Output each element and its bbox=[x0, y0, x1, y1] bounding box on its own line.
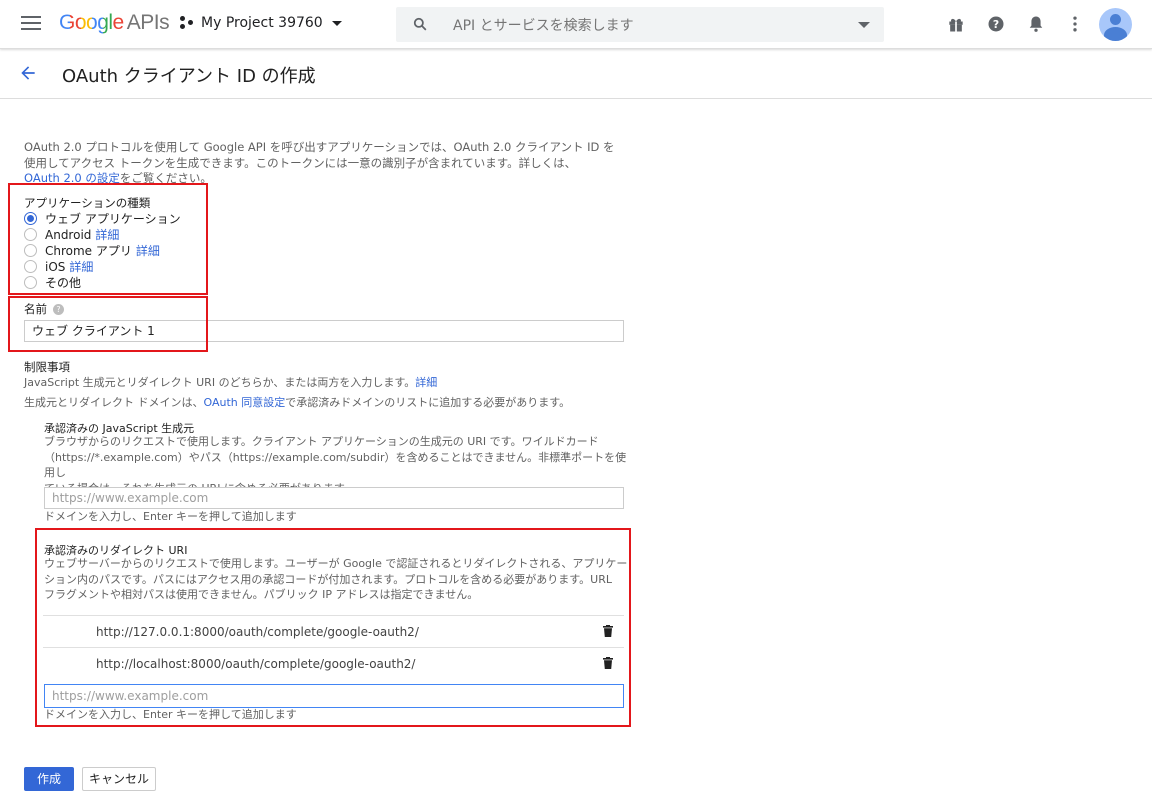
logo-apis: APIs bbox=[126, 11, 170, 34]
highlight-app-type bbox=[8, 183, 208, 295]
cancel-button[interactable]: キャンセル bbox=[82, 767, 156, 791]
logo-google: Google bbox=[59, 11, 124, 34]
js-origin-hint: ドメインを入力し、Enter キーを押して追加します bbox=[44, 510, 297, 523]
intro-text: OAuth 2.0 プロトコルを使用して Google API を呼び出すアプリ… bbox=[24, 140, 624, 187]
search-bar[interactable]: API とサービスを検索します bbox=[396, 7, 884, 42]
svg-text:?: ? bbox=[993, 18, 999, 31]
project-icon bbox=[180, 16, 194, 30]
chevron-down-icon bbox=[331, 20, 342, 26]
restrictions-desc-1-text: JavaScript 生成元とリダイレクト URI のどちらか、または両方を入力… bbox=[24, 376, 416, 389]
notifications-bell-icon[interactable] bbox=[1026, 14, 1046, 34]
back-arrow-icon[interactable] bbox=[18, 63, 38, 83]
restrictions-desc-2a: 生成元とリダイレクト ドメインは、 bbox=[24, 396, 204, 409]
restrictions-details-link[interactable]: 詳細 bbox=[415, 376, 437, 389]
search-icon bbox=[413, 17, 427, 31]
search-input[interactable]: API とサービスを検索します bbox=[453, 15, 634, 35]
page-title: OAuth クライアント ID の作成 bbox=[62, 66, 316, 87]
page-header: OAuth クライアント ID の作成 bbox=[0, 48, 1152, 99]
more-vert-icon[interactable] bbox=[1065, 14, 1085, 34]
google-apis-logo[interactable]: Google APIs bbox=[59, 11, 170, 35]
create-button[interactable]: 作成 bbox=[24, 767, 74, 791]
account-avatar[interactable] bbox=[1099, 8, 1132, 41]
restrictions-title: 制限事項 bbox=[24, 360, 70, 374]
project-selector[interactable]: My Project 39760 bbox=[180, 15, 342, 31]
restrictions-desc-2: 生成元とリダイレクト ドメインは、OAuth 同意設定で承認済みドメインのリスト… bbox=[24, 395, 570, 411]
project-name: My Project 39760 bbox=[201, 15, 323, 31]
highlight-name bbox=[8, 296, 208, 352]
top-app-bar: Google APIs My Project 39760 API とサービスを検索… bbox=[0, 0, 1152, 49]
gift-icon[interactable] bbox=[946, 14, 966, 34]
highlight-redirect-uris bbox=[35, 528, 631, 727]
oauth-consent-link[interactable]: OAuth 同意設定 bbox=[204, 396, 286, 409]
restrictions-desc-2b: で承認済みドメインのリストに追加する必要があります。 bbox=[285, 396, 571, 409]
help-icon[interactable]: ? bbox=[986, 14, 1006, 34]
intro-line-1: OAuth 2.0 プロトコルを使用して Google API を呼び出すアプリ… bbox=[24, 140, 615, 154]
menu-icon[interactable] bbox=[21, 16, 41, 30]
search-dropdown-icon[interactable] bbox=[858, 22, 870, 28]
restrictions-desc-1: JavaScript 生成元とリダイレクト URI のどちらか、または両方を入力… bbox=[24, 375, 437, 391]
intro-line-2: 使用してアクセス トークンを生成できます。このトークンには一意の識別子が含まれて… bbox=[24, 155, 577, 170]
js-origins-desc-1: ブラウザからのリクエストで使用します。クライアント アプリケーションの生成元の … bbox=[44, 435, 599, 448]
js-origins-desc-2: （https://*.example.com）やパス（https://examp… bbox=[44, 450, 627, 480]
js-origin-input[interactable]: https://www.example.com bbox=[44, 487, 624, 509]
